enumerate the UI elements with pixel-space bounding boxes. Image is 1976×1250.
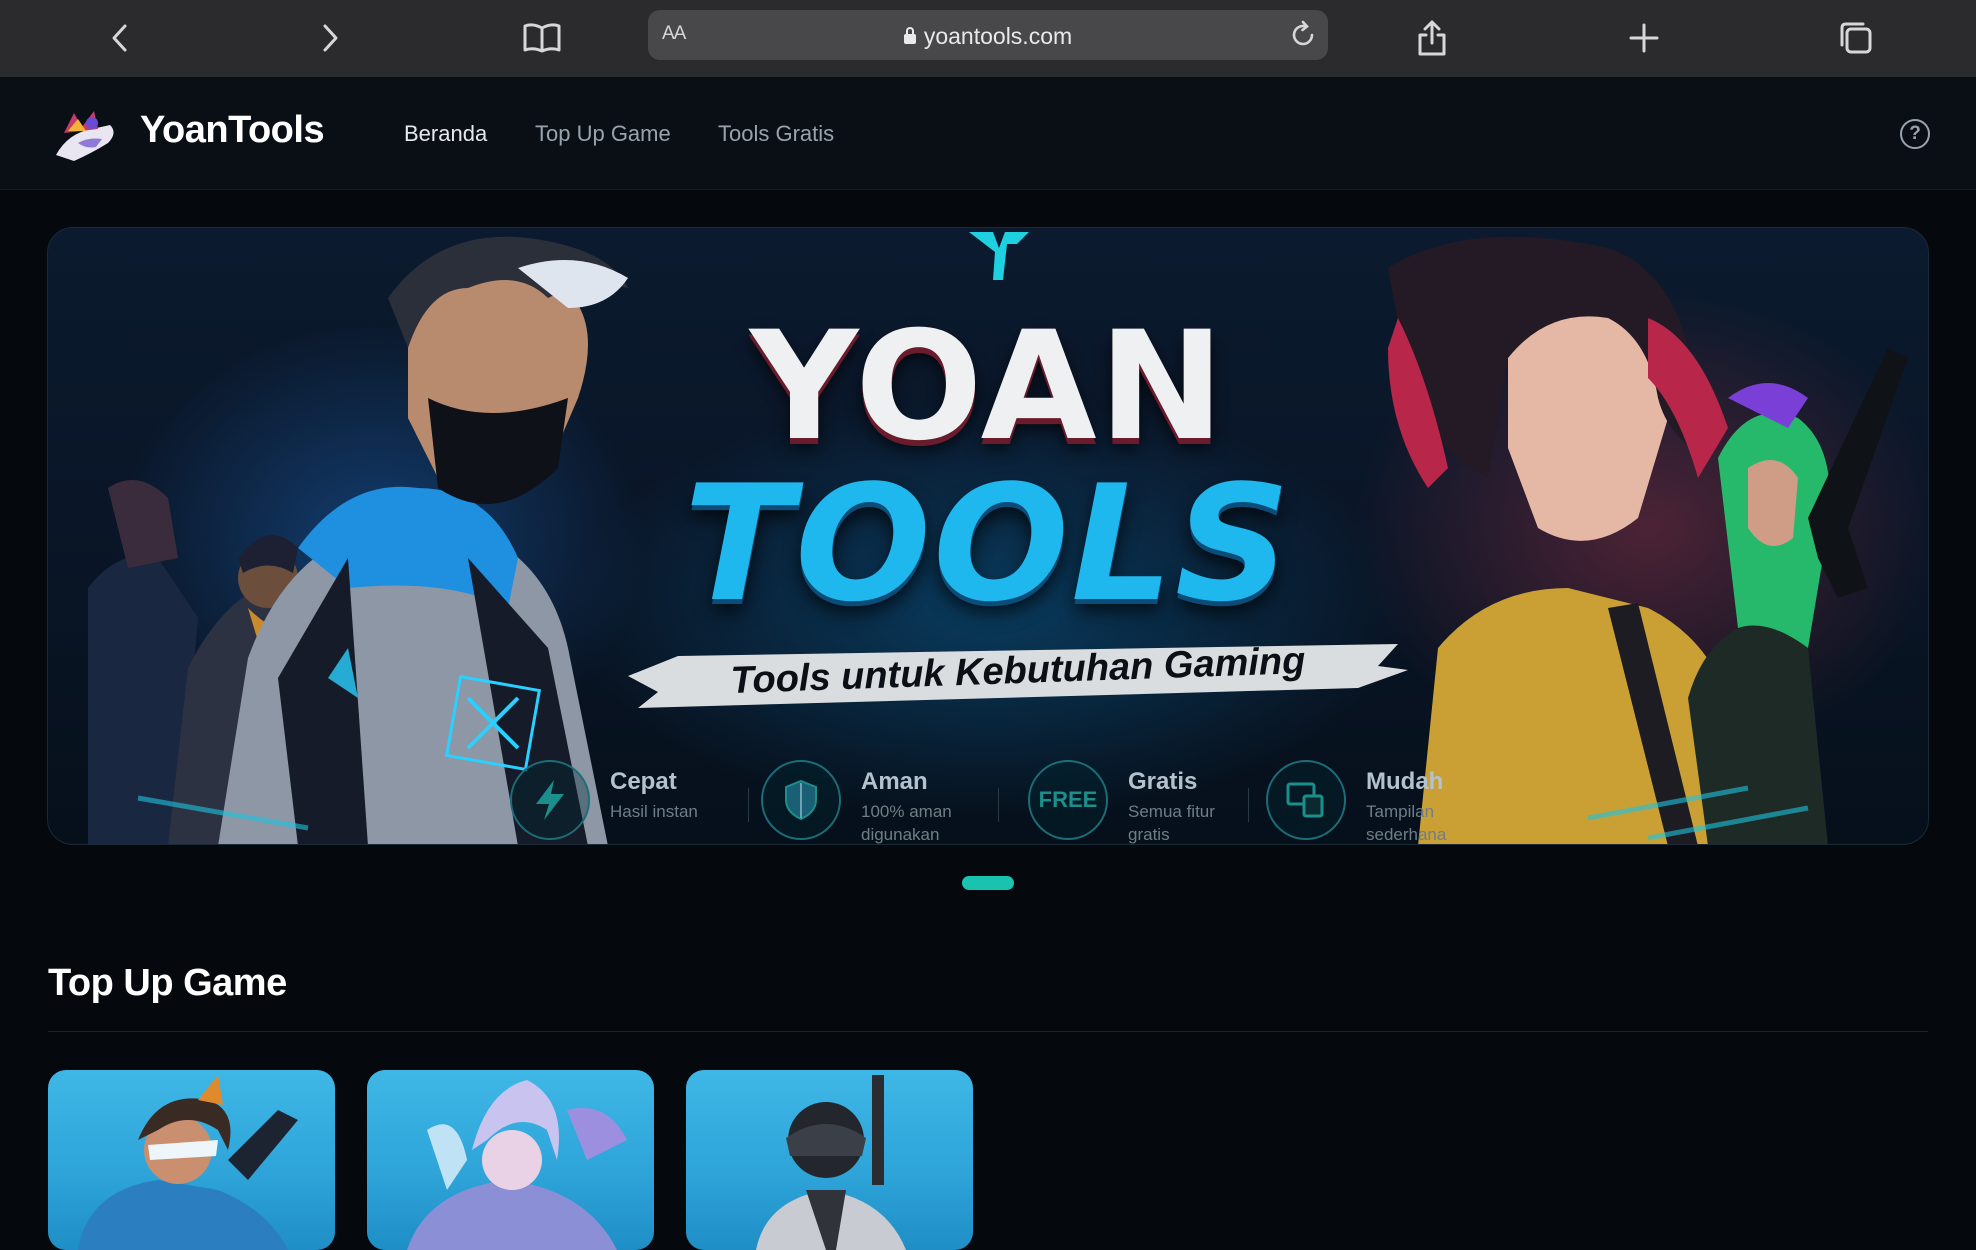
free-badge-icon: FREE <box>1028 760 1108 840</box>
feature-subtitle: Semua fitur gratis <box>1128 802 1215 844</box>
tabs-overview-button[interactable] <box>1828 10 1884 66</box>
section-title-top-up-game: Top Up Game <box>48 962 287 1004</box>
feature-divider <box>748 788 749 822</box>
hero-banner[interactable]: YOAN TOOLS Tools untuk Kebutuhan Gaming … <box>47 227 1929 845</box>
game-card-art <box>78 1075 298 1250</box>
forward-button[interactable] <box>302 10 358 66</box>
feature-divider <box>1248 788 1249 822</box>
share-icon <box>1418 20 1446 56</box>
address-bar[interactable]: AA yoantools.com <box>648 10 1328 60</box>
game-card-2[interactable] <box>367 1070 654 1250</box>
feature-title: Cepat <box>610 768 677 795</box>
hero-title-line2: TOOLS <box>683 450 1293 637</box>
feature-title: Mudah <box>1366 768 1444 795</box>
plus-icon <box>1629 23 1659 53</box>
url-text: yoantools.com <box>648 23 1328 50</box>
share-button[interactable] <box>1404 10 1460 66</box>
shield-icon <box>761 760 841 840</box>
lightning-icon <box>510 760 590 840</box>
feature-subtitle: 100% aman digunakan <box>861 802 952 844</box>
devices-icon <box>1266 760 1346 840</box>
game-card-3[interactable] <box>686 1070 973 1250</box>
feature-subtitle: Tampilan sederhana <box>1366 802 1447 844</box>
game-card-1[interactable] <box>48 1070 335 1250</box>
feature-title: Gratis <box>1128 768 1198 795</box>
feature-subtitle: Hasil instan <box>610 802 698 821</box>
back-button[interactable] <box>92 10 148 66</box>
lock-icon <box>903 27 916 44</box>
free-badge-label: FREE <box>1038 787 1098 812</box>
chevron-right-icon <box>323 24 338 52</box>
nav-top-up-game[interactable]: Top Up Game <box>535 121 671 147</box>
logo-icon[interactable] <box>48 103 122 167</box>
tabs-icon <box>1840 22 1872 54</box>
nav-tools-gratis[interactable]: Tools Gratis <box>718 121 834 147</box>
nav-beranda[interactable]: Beranda <box>404 121 487 147</box>
section-divider <box>48 1031 1928 1032</box>
reload-icon[interactable] <box>1288 20 1318 50</box>
feature-divider <box>998 788 999 822</box>
bookmarks-button[interactable] <box>514 10 570 66</box>
browser-toolbar: AA yoantools.com <box>0 0 1976 77</box>
site-header: YoanTools Beranda Top Up Game Tools Grat… <box>0 77 1976 190</box>
game-card-art <box>756 1075 906 1250</box>
help-icon[interactable]: ? <box>1900 119 1930 149</box>
new-tab-button[interactable] <box>1616 10 1672 66</box>
hero-title-line1: YOAN <box>749 300 1227 474</box>
chevron-left-icon <box>112 24 127 52</box>
book-icon <box>523 23 561 53</box>
url-label: yoantools.com <box>923 23 1073 49</box>
carousel-indicator-active[interactable] <box>962 876 1014 890</box>
yt-logo-icon <box>969 232 1029 280</box>
game-card-art <box>407 1080 627 1250</box>
tagline-banner: Tools untuk Kebutuhan Gaming <box>618 636 1418 712</box>
brand-name[interactable]: YoanTools <box>140 109 325 152</box>
feature-title: Aman <box>861 768 928 795</box>
